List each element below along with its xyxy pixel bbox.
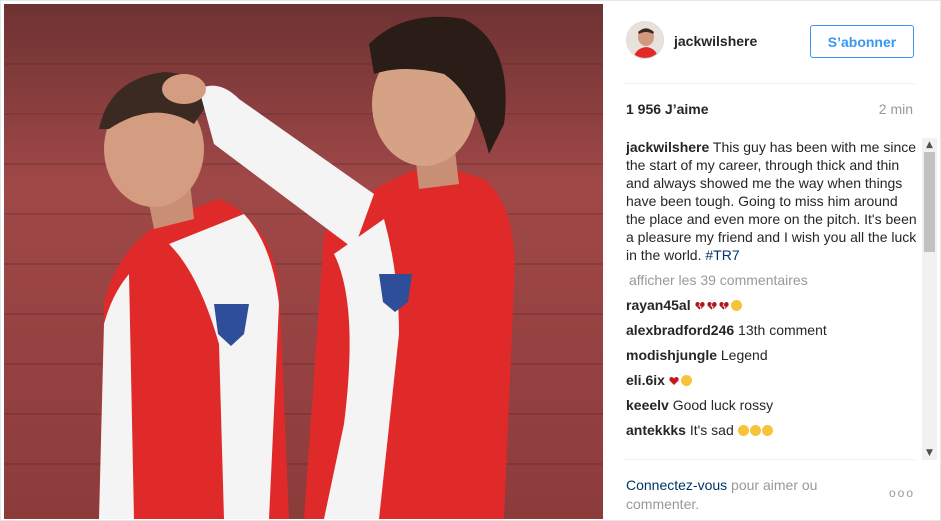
scroll-down-arrow-icon[interactable]: ▼ xyxy=(922,446,937,460)
smiling-face-icon xyxy=(730,300,742,311)
sad-face-icon xyxy=(749,425,761,436)
comment-username[interactable]: keeelv xyxy=(626,397,669,413)
likes-row: 1 956 J’aime 2 min xyxy=(626,101,913,121)
instagram-embed: jackwilshere S’abonner 1 956 J’aime 2 mi… xyxy=(0,0,941,521)
login-prompt: Connectez-vous pour aimer ou commenter. xyxy=(626,476,856,514)
post-photo[interactable] xyxy=(4,4,603,519)
comment-username[interactable]: alexbradford246 xyxy=(626,322,734,338)
comment-username[interactable]: modishjungle xyxy=(626,347,717,363)
scroll-up-arrow-icon[interactable]: ▲ xyxy=(922,138,937,152)
avatar[interactable] xyxy=(626,21,664,59)
broken-heart-icon xyxy=(694,297,707,313)
scroll-thumb[interactable] xyxy=(924,152,935,252)
comment-text: 13th comment xyxy=(734,322,827,338)
caption-hashtag[interactable]: #TR7 xyxy=(705,247,739,263)
photo-illustration xyxy=(4,4,603,519)
load-more-comments-link[interactable]: afficher les 39 commentaires xyxy=(626,271,918,289)
comment-text: It's sad xyxy=(685,422,738,438)
comment-text: Legend xyxy=(717,347,768,363)
post-author-username[interactable]: jackwilshere xyxy=(674,33,757,49)
heart-icon xyxy=(669,372,681,388)
comment-item: antekkks It's sad xyxy=(626,421,918,439)
login-link[interactable]: Connectez-vous xyxy=(626,477,727,493)
avatar-image xyxy=(627,22,663,58)
comment-username[interactable]: rayan45al xyxy=(626,297,691,313)
post-caption: jackwilshere This guy has been with me s… xyxy=(626,138,918,264)
broken-heart-icon xyxy=(718,297,731,313)
comment-item: alexbradford246 13th comment xyxy=(626,321,918,339)
comments-list: jackwilshere This guy has been with me s… xyxy=(626,138,918,458)
comment-text: Good luck rossy xyxy=(668,397,774,413)
sad-face-icon xyxy=(737,425,749,436)
comment-item: keeelv Good luck rossy xyxy=(626,396,918,414)
follow-button[interactable]: S’abonner xyxy=(810,25,914,58)
post-header: jackwilshere S’abonner xyxy=(624,4,915,84)
post-timestamp[interactable]: 2 min xyxy=(879,101,913,117)
broken-heart-icon xyxy=(706,297,719,313)
more-options-icon[interactable]: ooo xyxy=(889,486,915,500)
crying-face-icon xyxy=(680,375,692,386)
sad-face-icon xyxy=(761,425,773,436)
post-panel: jackwilshere S’abonner 1 956 J’aime 2 mi… xyxy=(604,4,939,519)
comment-item: rayan45al xyxy=(626,296,918,314)
likes-count[interactable]: 1 956 J’aime xyxy=(626,101,709,117)
comments-scrollbar[interactable]: ▲ ▼ xyxy=(922,138,937,460)
comment-username[interactable]: eli.6ix xyxy=(626,372,665,388)
caption-text: This guy has been with me since the star… xyxy=(626,139,917,263)
caption-username[interactable]: jackwilshere xyxy=(626,139,709,155)
comment-username[interactable]: antekkks xyxy=(626,422,686,438)
comment-item: eli.6ix xyxy=(626,371,918,389)
comment-item: modishjungle Legend xyxy=(626,346,918,364)
post-footer: Connectez-vous pour aimer ou commenter. … xyxy=(624,459,915,519)
